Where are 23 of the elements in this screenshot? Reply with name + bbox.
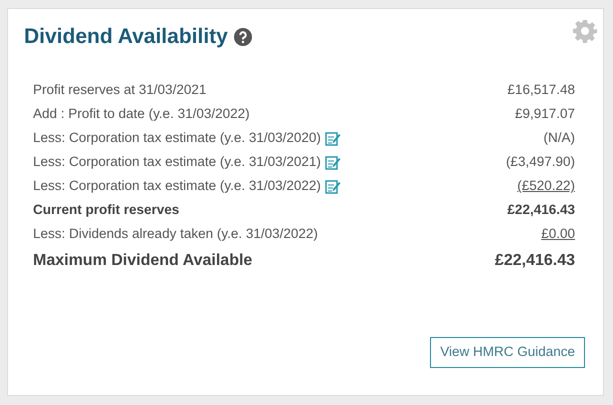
row-label: Add : Profit to date (y.e. 31/03/2022) [33,105,250,124]
row-value[interactable]: (£520.22) [517,176,575,197]
row-label: Profit reserves at 31/03/2021 [33,81,206,100]
row-label: Less: Dividends already taken (y.e. 31/03/2022) [33,225,318,244]
row-value: (£3,497.90) [506,153,575,172]
row-label: Less: Corporation tax estimate (y.e. 31/03/2020) [33,129,321,148]
settings-icon[interactable] [573,19,597,43]
edit-icon[interactable] [324,155,341,170]
row-label: Less: Corporation tax estimate (y.e. 31/03/2021) [33,153,321,172]
row-value: £16,517.48 [507,81,575,100]
row-value: £22,416.43 [507,201,575,220]
card-title: Dividend Availability [24,24,228,50]
edit-icon[interactable] [324,131,341,146]
guidance-button[interactable]: View HMRC Guidance [430,337,585,368]
row-label: Less: Corporation tax estimate (y.e. 31/03/2022) [33,177,321,196]
row-value: £9,917.07 [514,105,575,124]
row-value: £22,416.43 [494,250,575,270]
edit-icon[interactable] [324,179,341,194]
row-value[interactable]: £0.00 [541,224,575,245]
help-icon[interactable] [234,28,252,46]
row-label: Maximum Dividend Available [33,250,252,270]
row-label: Current profit reserves [33,201,180,220]
row-value: (N/A) [544,129,575,148]
